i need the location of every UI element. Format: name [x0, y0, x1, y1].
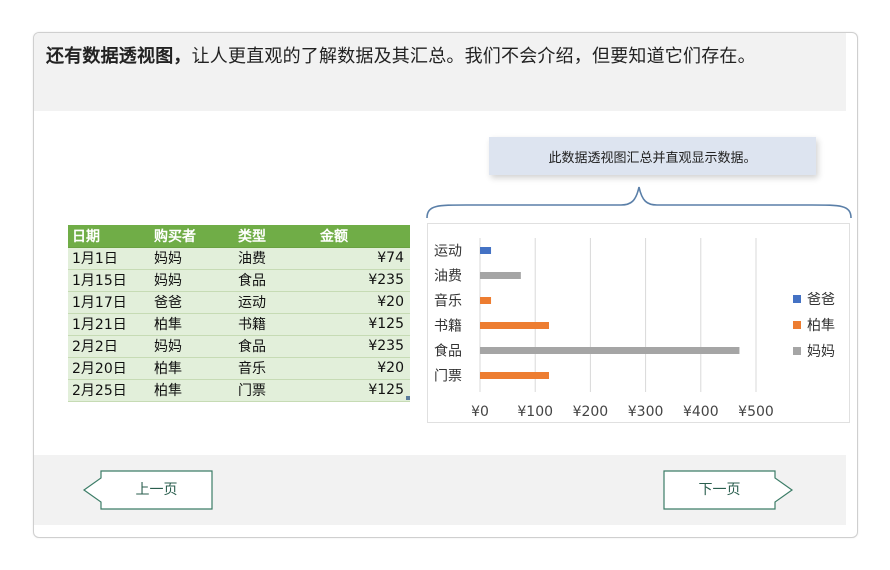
- curly-brace: [426, 186, 852, 219]
- chart-bar: [480, 322, 549, 329]
- cell-type: 书籍: [234, 313, 316, 336]
- chart-bar: [480, 347, 740, 354]
- chart-bar: [480, 372, 549, 379]
- x-tick-label: ¥300: [628, 404, 664, 420]
- cell-type: 食品: [234, 335, 316, 358]
- chart-legend: 爸爸 柏隼 妈妈: [793, 286, 835, 364]
- y-category-label: 食品: [434, 343, 462, 360]
- cell-type: 门票: [234, 379, 316, 402]
- col-header-type: 类型: [234, 225, 316, 248]
- legend-swatch: [793, 295, 801, 303]
- table-header-row: 日期 购买者 类型 金额: [68, 225, 410, 248]
- chart-canvas: ¥0 ¥100 ¥200 ¥300 ¥400 ¥500 运动油费音乐书籍食品门票: [434, 238, 774, 420]
- table-resize-handle[interactable]: [406, 396, 410, 400]
- cell-amount: ¥235: [316, 335, 410, 358]
- cell-buyer: 柏隼: [150, 313, 234, 336]
- cell-buyer: 妈妈: [150, 269, 234, 292]
- cell-amount: ¥235: [316, 269, 410, 292]
- cell-date: 1月17日: [68, 291, 150, 314]
- intro-rest: 让人更直观的了解数据及其汇总。我们不会介绍，但要知道它们存在。: [191, 46, 756, 67]
- chart-bar: [480, 272, 521, 279]
- cell-buyer: 妈妈: [150, 335, 234, 358]
- cell-amount: ¥20: [316, 357, 410, 380]
- table-row: 1月17日 爸爸 运动 ¥20: [68, 291, 410, 314]
- legend-swatch: [793, 321, 801, 329]
- cell-amount: ¥74: [316, 247, 410, 270]
- x-tick-label: ¥100: [517, 404, 553, 420]
- table-row: 2月2日 妈妈 食品 ¥235: [68, 335, 410, 358]
- y-category-label: 油费: [434, 269, 462, 285]
- table-row: 1月21日 柏隼 书籍 ¥125: [68, 313, 410, 336]
- cell-buyer: 柏隼: [150, 357, 234, 380]
- lesson-panel: 还有数据透视图，让人更直观的了解数据及其汇总。我们不会介绍，但要知道它们存在。 …: [33, 32, 858, 538]
- chart-callout: 此数据透视图汇总并直观显示数据。: [489, 137, 816, 175]
- intro-text: 还有数据透视图，让人更直观的了解数据及其汇总。我们不会介绍，但要知道它们存在。: [46, 41, 834, 72]
- cell-date: 1月15日: [68, 269, 150, 292]
- chart-bar: [480, 247, 492, 254]
- nav-footer: 上一页 下一页: [34, 455, 846, 525]
- intro-bold: 还有数据透视图，: [46, 46, 192, 67]
- cell-date: 1月21日: [68, 313, 150, 336]
- chart-bar: [480, 297, 492, 304]
- legend-item: 妈妈: [793, 338, 835, 364]
- cell-date: 2月25日: [68, 379, 150, 402]
- legend-label: 柏隼: [807, 318, 835, 334]
- callout-text: 此数据透视图汇总并直观显示数据。: [548, 150, 757, 166]
- cell-date: 2月2日: [68, 335, 150, 358]
- y-category-label: 门票: [434, 369, 462, 385]
- intro-header: 还有数据透视图，让人更直观的了解数据及其汇总。我们不会介绍，但要知道它们存在。: [34, 33, 846, 111]
- table-row: 1月1日 妈妈 油费 ¥74: [68, 247, 410, 270]
- table-row: 2月25日 柏隼 门票 ¥125: [68, 379, 410, 402]
- table-row: 1月15日 妈妈 食品 ¥235: [68, 269, 410, 292]
- cell-buyer: 爸爸: [150, 291, 234, 314]
- cell-type: 音乐: [234, 357, 316, 380]
- cell-type: 食品: [234, 269, 316, 292]
- prev-page-button[interactable]: 上一页: [82, 470, 214, 510]
- prev-page-label: 上一页: [135, 482, 178, 498]
- cell-amount: ¥125: [316, 313, 410, 336]
- cell-type: 油费: [234, 247, 316, 270]
- cell-amount: ¥20: [316, 291, 410, 314]
- cell-buyer: 柏隼: [150, 379, 234, 402]
- x-tick-label: ¥0: [471, 404, 489, 420]
- cell-date: 2月20日: [68, 357, 150, 380]
- cell-type: 运动: [234, 291, 316, 314]
- y-category-label: 运动: [434, 244, 462, 260]
- cell-buyer: 妈妈: [150, 247, 234, 270]
- data-table: 日期 购买者 类型 金额 1月1日 妈妈 油费 ¥74 1月15日 妈妈 食品 ¥235 1…: [68, 225, 410, 402]
- x-tick-label: ¥500: [738, 404, 774, 420]
- y-category-label: 书籍: [434, 318, 462, 335]
- col-header-amount: 金额: [316, 225, 410, 248]
- col-header-buyer: 购买者: [150, 225, 234, 248]
- x-tick-label: ¥400: [683, 404, 719, 420]
- legend-item: 爸爸: [793, 286, 835, 312]
- table-row: 2月20日 柏隼 音乐 ¥20: [68, 357, 410, 380]
- y-category-label: 音乐: [434, 293, 462, 310]
- pivot-chart[interactable]: ¥0 ¥100 ¥200 ¥300 ¥400 ¥500 运动油费音乐书籍食品门票 爸爸柏隼妈…: [427, 223, 850, 423]
- legend-label: 爸爸: [807, 292, 835, 308]
- next-page-button[interactable]: 下一页: [662, 470, 794, 510]
- legend-swatch: [793, 347, 801, 355]
- cell-amount: ¥125: [316, 379, 410, 402]
- cell-date: 1月1日: [68, 247, 150, 270]
- legend-label: 妈妈: [807, 344, 835, 360]
- legend-item: 柏隼: [793, 312, 835, 338]
- x-tick-label: ¥200: [573, 404, 609, 420]
- next-page-label: 下一页: [698, 482, 741, 498]
- col-header-date: 日期: [68, 225, 150, 248]
